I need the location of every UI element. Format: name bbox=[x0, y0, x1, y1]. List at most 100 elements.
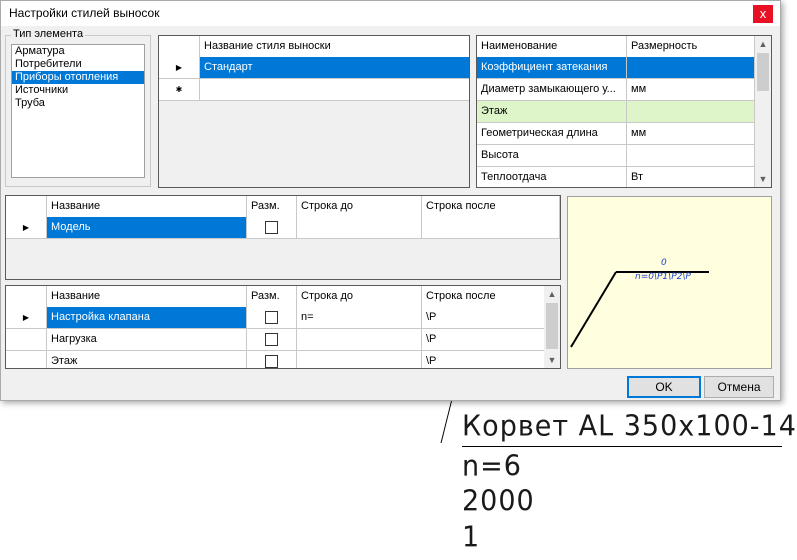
list-item[interactable]: Приборы отопления bbox=[12, 71, 144, 84]
table-row[interactable]: ▶ Стандарт bbox=[159, 57, 469, 79]
suffix-cell[interactable] bbox=[422, 217, 560, 239]
table-row[interactable]: Коэффициент затекания bbox=[477, 57, 757, 79]
row-header-corner bbox=[159, 36, 200, 58]
list-item[interactable]: Источники bbox=[12, 84, 144, 97]
scroll-down-icon[interactable]: ▼ bbox=[755, 171, 771, 187]
prefix-cell[interactable] bbox=[297, 217, 422, 239]
field-name-cell[interactable]: Нагрузка bbox=[47, 329, 247, 351]
ok-button[interactable]: OK bbox=[627, 376, 701, 398]
param-unit-cell[interactable]: мм bbox=[627, 79, 755, 101]
list-item[interactable]: Арматура bbox=[12, 45, 144, 58]
dimension-checkbox[interactable] bbox=[265, 221, 278, 234]
element-type-list[interactable]: Арматура Потребители Приборы отопления И… bbox=[11, 44, 145, 178]
current-row-marker: ▶ bbox=[159, 57, 200, 79]
param-unit-cell[interactable] bbox=[627, 101, 755, 123]
column-header-style-name[interactable]: Название стиля выноски bbox=[200, 36, 469, 58]
current-row-marker: ▶ bbox=[6, 217, 47, 239]
column-header-name[interactable]: Наименование bbox=[477, 36, 627, 58]
column-header-suffix[interactable]: Строка после bbox=[422, 196, 560, 218]
scroll-down-icon[interactable]: ▼ bbox=[544, 352, 560, 368]
param-name-cell[interactable]: Диаметр замыкающего у... bbox=[477, 79, 627, 101]
preview-leader-graphic bbox=[570, 271, 709, 348]
close-button[interactable]: x bbox=[753, 5, 773, 23]
current-row-marker: ▶ bbox=[6, 307, 47, 329]
list-item[interactable]: Труба bbox=[12, 97, 144, 110]
drawing-label-line-1: Корвет AL 350x100-14 bbox=[462, 410, 797, 443]
column-header-name[interactable]: Название bbox=[47, 196, 247, 218]
parameters-scrollbar[interactable]: ▲ ▼ bbox=[755, 36, 771, 187]
field-name-cell[interactable]: Настройка клапана bbox=[47, 307, 247, 329]
param-name-cell[interactable]: Теплоотдача bbox=[477, 167, 627, 187]
scroll-up-icon[interactable]: ▲ bbox=[755, 36, 771, 52]
param-unit-cell[interactable] bbox=[627, 145, 755, 167]
prefix-cell[interactable]: n= bbox=[297, 307, 422, 329]
fields-scrollbar[interactable]: ▲ ▼ bbox=[544, 286, 560, 368]
table-row[interactable]: Высота bbox=[477, 145, 757, 167]
scroll-up-icon[interactable]: ▲ bbox=[544, 286, 560, 302]
prefix-cell[interactable] bbox=[297, 351, 422, 368]
dimension-checkbox[interactable] bbox=[265, 311, 278, 324]
dimension-cell bbox=[247, 307, 297, 329]
dimension-checkbox[interactable] bbox=[265, 355, 278, 368]
table-row[interactable]: Нагрузка \P bbox=[6, 329, 546, 351]
grid-header: Название Разм. Строка до Строка после bbox=[6, 286, 546, 308]
column-header-suffix[interactable]: Строка после bbox=[422, 286, 546, 308]
param-unit-cell[interactable] bbox=[627, 57, 755, 79]
table-row[interactable]: Этаж bbox=[477, 101, 757, 123]
column-header-prefix[interactable]: Строка до bbox=[297, 286, 422, 308]
scrollbar-thumb[interactable] bbox=[546, 303, 558, 349]
dimension-checkbox[interactable] bbox=[265, 333, 278, 346]
row-marker bbox=[6, 329, 47, 351]
callout-styles-grid: Название стиля выноски ▶ Стандарт ✱ bbox=[158, 35, 470, 188]
prefix-cell[interactable] bbox=[297, 329, 422, 351]
column-header-dimension[interactable]: Разм. bbox=[247, 196, 297, 218]
suffix-cell[interactable]: \P bbox=[422, 329, 546, 351]
drawing-label-line-2: n=6 bbox=[462, 450, 522, 483]
suffix-cell[interactable]: \P bbox=[422, 351, 546, 368]
dimension-cell bbox=[247, 329, 297, 351]
column-header-unit[interactable]: Размерность bbox=[627, 36, 755, 58]
column-header-name[interactable]: Название bbox=[47, 286, 247, 308]
dimension-cell bbox=[247, 217, 297, 239]
preview-line-2: n=0\P1\P2\P bbox=[635, 272, 691, 282]
dimension-cell bbox=[247, 351, 297, 368]
title-bar: Настройки стилей выносок x bbox=[1, 1, 780, 26]
drawing-label-line-3: 2000 bbox=[462, 485, 535, 518]
param-name-cell[interactable]: Высота bbox=[477, 145, 627, 167]
callout-preview: 0 n=0\P1\P2\P bbox=[567, 196, 772, 369]
table-row[interactable]: ▶ Модель bbox=[6, 217, 560, 239]
row-marker bbox=[6, 351, 47, 368]
table-row[interactable]: Теплоотдача Вт bbox=[477, 167, 757, 187]
device-fields-grid: Название Разм. Строка до Строка после ▶ … bbox=[5, 285, 561, 369]
table-row[interactable]: ▶ Настройка клапана n= \P bbox=[6, 307, 546, 329]
param-name-cell[interactable]: Коэффициент затекания bbox=[477, 57, 627, 79]
param-name-cell[interactable]: Этаж bbox=[477, 101, 627, 123]
column-header-dimension[interactable]: Разм. bbox=[247, 286, 297, 308]
field-name-cell[interactable]: Этаж bbox=[47, 351, 247, 368]
suffix-cell[interactable]: \P bbox=[422, 307, 546, 329]
table-row[interactable]: Диаметр замыкающего у... мм bbox=[477, 79, 757, 101]
model-fields-grid: Название Разм. Строка до Строка после ▶ … bbox=[5, 195, 561, 280]
list-item[interactable]: Потребители bbox=[12, 58, 144, 71]
param-unit-cell[interactable]: мм bbox=[627, 123, 755, 145]
new-row-marker: ✱ bbox=[159, 79, 200, 101]
style-name-cell[interactable] bbox=[200, 79, 469, 101]
column-header-prefix[interactable]: Строка до bbox=[297, 196, 422, 218]
row-header-corner bbox=[6, 286, 47, 308]
table-row[interactable]: Геометрическая длина мм bbox=[477, 123, 757, 145]
element-type-group-title: Тип элемента bbox=[11, 28, 86, 40]
param-name-cell[interactable]: Геометрическая длина bbox=[477, 123, 627, 145]
window-title: Настройки стилей выносок bbox=[9, 6, 160, 20]
table-row[interactable]: ✱ bbox=[159, 79, 469, 101]
field-name-cell[interactable]: Модель bbox=[47, 217, 247, 239]
table-row[interactable]: Этаж \P bbox=[6, 351, 546, 368]
cancel-button[interactable]: Отмена bbox=[704, 376, 774, 398]
preview-line-1: 0 bbox=[661, 258, 667, 268]
grid-header: Наименование Размерность bbox=[477, 36, 757, 58]
param-unit-cell[interactable]: Вт bbox=[627, 167, 755, 187]
grid-header: Название стиля выноски bbox=[159, 36, 469, 58]
grid-header: Название Разм. Строка до Строка после bbox=[6, 196, 560, 218]
row-header-corner bbox=[6, 196, 47, 218]
style-name-cell[interactable]: Стандарт bbox=[200, 57, 469, 79]
scrollbar-thumb[interactable] bbox=[757, 53, 769, 91]
